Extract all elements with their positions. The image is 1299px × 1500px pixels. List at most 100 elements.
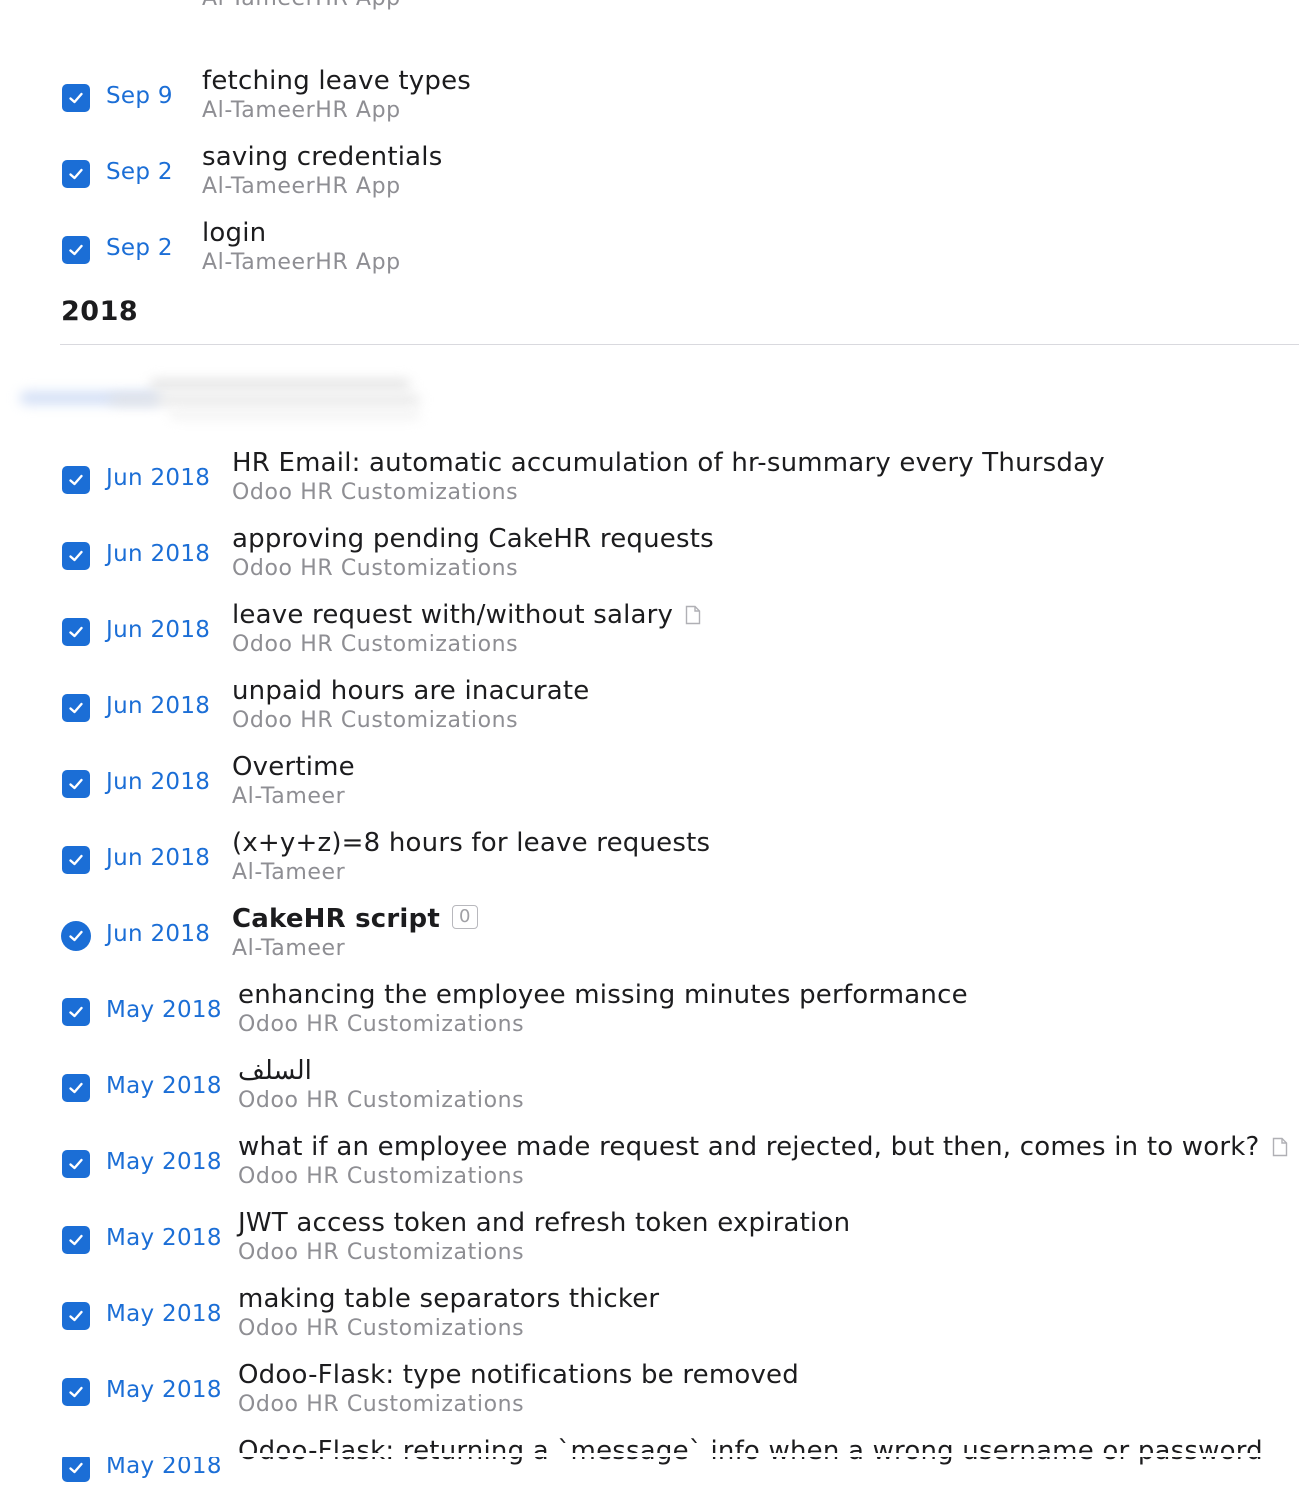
completion-date: May 2018 — [106, 1149, 222, 1175]
completion-date: May 2018 — [106, 997, 222, 1023]
todo-row[interactable]: Al-TameerHR App — [0, 0, 1299, 18]
todo-title[interactable]: Overtime — [232, 752, 355, 782]
todo-title-text: السلف — [238, 1056, 312, 1086]
completion-date: Jun 2018 — [106, 845, 211, 871]
completion-date: Jun 2018 — [106, 769, 211, 795]
checked-checkbox-icon[interactable] — [62, 1150, 90, 1178]
todo-title[interactable]: approving pending CakeHR requests — [232, 524, 714, 554]
todo-row[interactable]: Jun 2018 approving pending CakeHR request… — [0, 524, 1299, 588]
todo-title[interactable]: making table separators thicker — [238, 1284, 659, 1314]
completion-date: Jun 2018 — [106, 541, 211, 567]
todo-row[interactable]: May 2018 JWT access token and refresh tok… — [0, 1208, 1299, 1272]
checked-checkbox-icon[interactable] — [62, 466, 90, 494]
todo-row[interactable]: May 2018 Odoo-Flask: returning a `message… — [0, 1436, 1299, 1500]
todo-row[interactable]: Jun 2018 HR Email: automatic accumulation… — [0, 448, 1299, 512]
project-name: Al-TameerHR App — [202, 98, 401, 123]
todo-title-text: login — [202, 218, 267, 248]
todo-row[interactable]: Sep 2 login Al-TameerHR App — [0, 218, 1299, 282]
todo-row[interactable]: May 2018 السلف Odoo HR Customizations — [0, 1056, 1299, 1120]
checked-checkbox-icon[interactable] — [62, 998, 90, 1026]
project-name: Al-TameerHR App — [202, 0, 401, 12]
todo-row[interactable]: May 2018 what if an employee made request… — [0, 1132, 1299, 1196]
todo-title[interactable]: Odoo-Flask: returning a `message` info w… — [238, 1436, 1263, 1466]
checked-checkbox-icon[interactable] — [62, 1302, 90, 1330]
todo-title-text: Odoo-Flask: returning a `message` info w… — [238, 1436, 1263, 1466]
checked-checkbox-icon[interactable] — [62, 1454, 90, 1482]
project-name: Al-Tameer — [232, 860, 346, 885]
todo-title[interactable]: saving credentials — [202, 142, 442, 172]
note-icon — [1272, 1134, 1288, 1164]
todo-title-text: fetching leave types — [202, 66, 472, 96]
todo-title[interactable]: leave request with/without salary — [232, 600, 701, 632]
checked-checkbox-icon[interactable] — [62, 84, 90, 112]
todo-title[interactable]: Odoo-Flask: type notifications be remove… — [238, 1360, 799, 1390]
todo-title[interactable]: fetching leave types — [202, 66, 471, 96]
todo-row[interactable]: Jun 2018 unpaid hours are inacurate Odoo H… — [0, 676, 1299, 740]
todo-title-text: unpaid hours are inacurate — [232, 676, 590, 706]
todo-row[interactable]: Jun 2018 leave request with/without salar… — [0, 600, 1299, 664]
blurred-content — [10, 370, 430, 430]
project-name: Al-Tameer — [232, 936, 346, 961]
completion-date: Jun 2018 — [106, 921, 211, 947]
year-section-header: 2018 — [61, 296, 139, 327]
todo-row[interactable]: May 2018 making table separators thicker O… — [0, 1284, 1299, 1348]
todo-row[interactable]: May 2018 enhancing the employee missing m… — [0, 980, 1299, 1044]
checked-checkbox-icon[interactable] — [62, 236, 90, 264]
completion-date: May 2018 — [106, 1377, 222, 1403]
completion-date: Jun 2018 — [106, 617, 211, 643]
todo-title-text: HR Email: automatic accumulation of hr-s… — [232, 448, 1105, 478]
completion-date: Sep 2 — [106, 159, 173, 185]
checked-checkbox-icon[interactable] — [62, 846, 90, 874]
todo-title-text: what if an employee made request and rej… — [238, 1132, 1260, 1162]
checked-checkbox-icon[interactable] — [62, 160, 90, 188]
project-name: Al-TameerHR App — [202, 174, 401, 199]
todo-title-text: making table separators thicker — [238, 1284, 660, 1314]
todo-row[interactable]: May 2018 Odoo-Flask: type notifications b… — [0, 1360, 1299, 1424]
checked-checkbox-icon[interactable] — [62, 1226, 90, 1254]
todo-row[interactable]: Sep 2 saving credentials Al-TameerHR App — [0, 142, 1299, 206]
todo-title[interactable]: unpaid hours are inacurate — [232, 676, 589, 706]
section-divider — [60, 344, 1299, 345]
todo-row[interactable]: Jun 2018 (x+y+z)=8 hours for leave reques… — [0, 828, 1299, 892]
project-name: Odoo HR Customizations — [232, 708, 519, 733]
checked-checkbox-icon[interactable] — [62, 1074, 90, 1102]
project-name: Odoo HR Customizations — [232, 556, 519, 581]
checked-checkbox-icon[interactable] — [62, 694, 90, 722]
checked-checkbox-icon[interactable] — [62, 618, 90, 646]
todo-title-text: JWT access token and refresh token expir… — [238, 1208, 851, 1238]
todo-title-text: saving credentials — [202, 142, 443, 172]
todo-count-badge: 0 — [451, 905, 478, 929]
todo-row[interactable]: Sep 9 fetching leave types Al-TameerHR App — [0, 66, 1299, 130]
completion-date: Jun 2018 — [106, 465, 211, 491]
todo-row[interactable]: Jun 2018 Overtime Al-Tameer — [0, 752, 1299, 816]
todo-title-text: (x+y+z)=8 hours for leave requests — [232, 828, 711, 858]
note-icon — [685, 602, 701, 632]
todo-title-text: CakeHR script — [232, 904, 440, 934]
project-title[interactable]: CakeHR script 0 — [232, 904, 478, 934]
todo-row[interactable]: Jun 2018 CakeHR script 0 Al-Tameer — [0, 904, 1299, 968]
bottom-edge — [0, 1453, 1299, 1457]
todo-title[interactable]: السلف — [238, 1056, 312, 1086]
project-name: Al-Tameer — [232, 784, 346, 809]
project-name: Odoo HR Customizations — [238, 1240, 525, 1265]
checked-circle-icon[interactable] — [61, 921, 91, 951]
todo-title-text: leave request with/without salary — [232, 600, 674, 630]
todo-title[interactable]: JWT access token and refresh token expir… — [238, 1208, 850, 1238]
todo-title-text: enhancing the employee missing minutes p… — [238, 980, 968, 1010]
todo-title-text: Overtime — [232, 752, 355, 782]
completion-date: Jun 2018 — [106, 693, 211, 719]
todo-title[interactable]: enhancing the employee missing minutes p… — [238, 980, 968, 1010]
checked-checkbox-icon[interactable] — [62, 1378, 90, 1406]
todo-title[interactable]: (x+y+z)=8 hours for leave requests — [232, 828, 710, 858]
completion-date: May 2018 — [106, 1225, 222, 1251]
project-name: Odoo HR Customizations — [238, 1164, 525, 1189]
todo-title[interactable]: what if an employee made request and rej… — [238, 1132, 1288, 1164]
todo-title[interactable]: login — [202, 218, 266, 248]
checked-checkbox-icon[interactable] — [62, 542, 90, 570]
project-name: Odoo HR Customizations — [238, 1392, 525, 1417]
todo-title[interactable]: HR Email: automatic accumulation of hr-s… — [232, 448, 1105, 478]
todo-title-text: Odoo-Flask: type notifications be remove… — [238, 1360, 799, 1390]
checked-checkbox-icon[interactable] — [62, 770, 90, 798]
project-name: Odoo HR Customizations — [238, 1316, 525, 1341]
completion-date: Sep 2 — [106, 235, 173, 261]
